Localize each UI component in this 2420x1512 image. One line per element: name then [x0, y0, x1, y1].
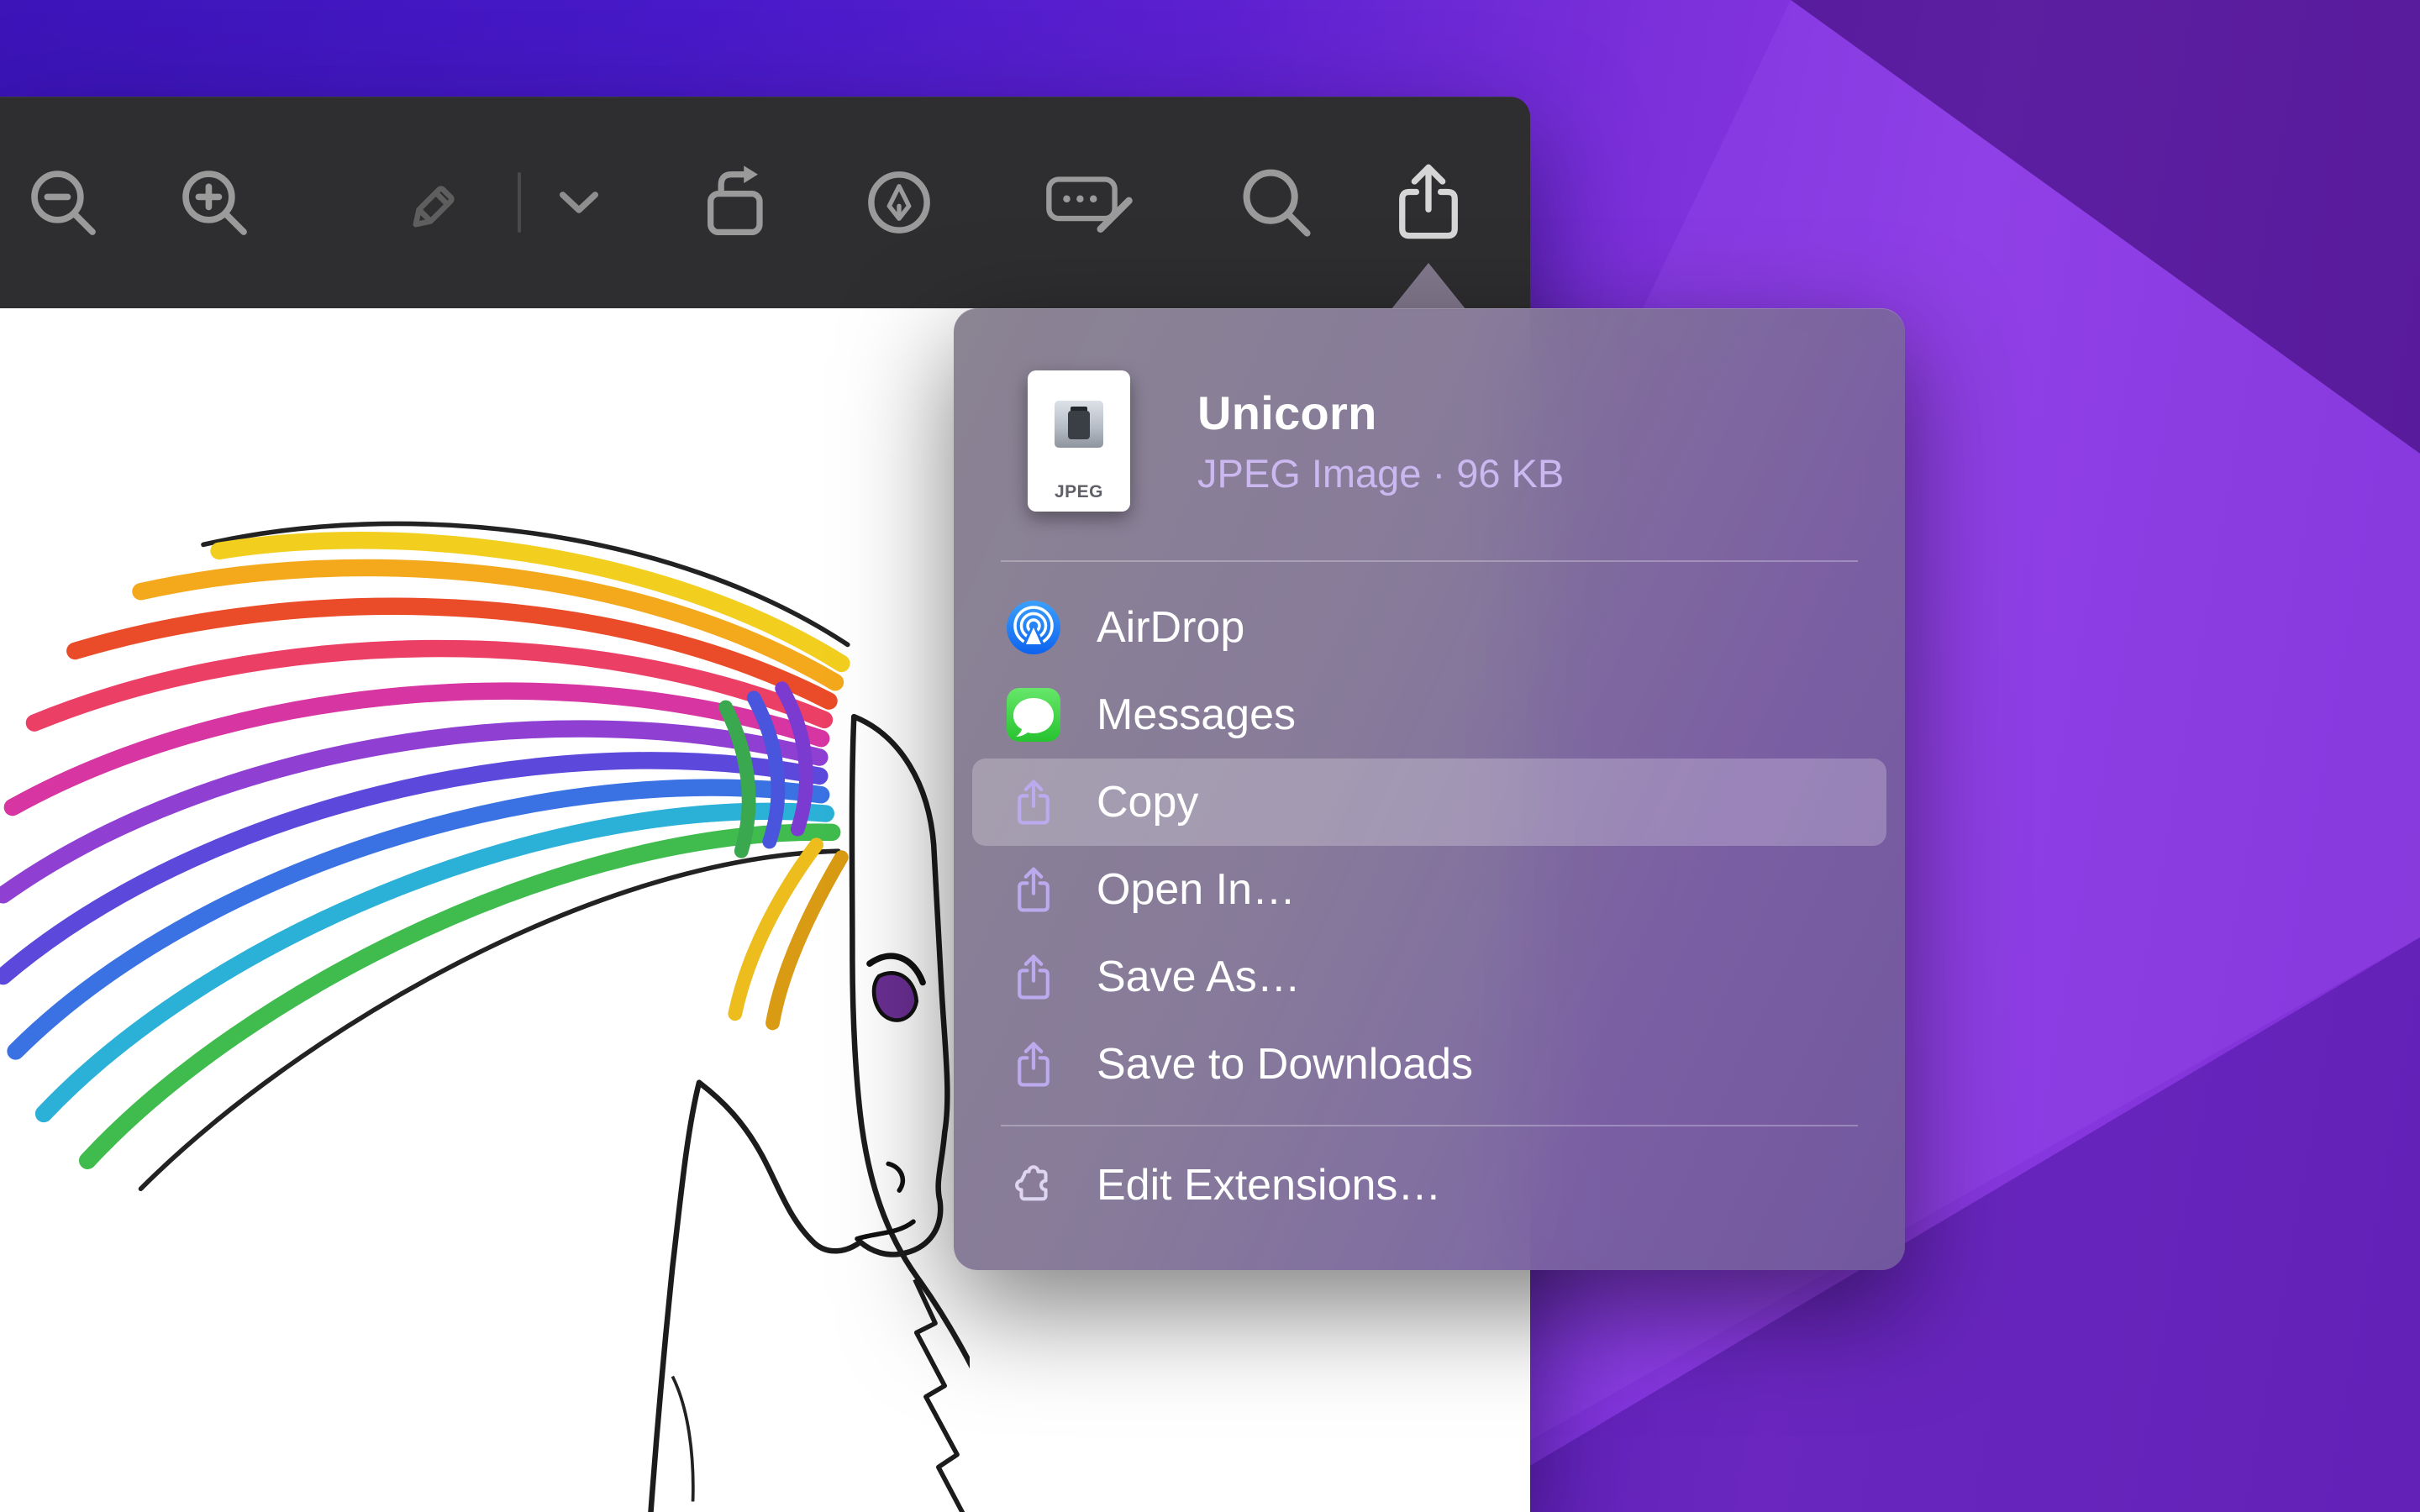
- share-item-save-to-downloads[interactable]: Save to Downloads: [972, 1021, 1886, 1108]
- file-meta: JPEG Image · 96 KB: [1197, 450, 1564, 496]
- share-item-label: AirDrop: [1097, 606, 1244, 649]
- share-popover: JPEG Unicorn JPEG Image · 96 KB: [954, 308, 1905, 1270]
- share-menu: AirDrop Messages: [954, 562, 1905, 1108]
- share-icon: [1393, 160, 1464, 244]
- share-item-open-in[interactable]: Open In…: [972, 846, 1886, 933]
- share-glyph-icon: [1004, 1040, 1063, 1089]
- edit-extensions-item[interactable]: Edit Extensions…: [972, 1142, 1886, 1229]
- search-icon: [1236, 162, 1317, 243]
- share-button[interactable]: [1393, 160, 1464, 244]
- unicorn-image: [0, 501, 970, 1512]
- zoom-out-button[interactable]: [24, 164, 102, 241]
- desktop: JPEG Unicorn JPEG Image · 96 KB: [0, 0, 2420, 1512]
- text-markup-button[interactable]: [1044, 165, 1136, 240]
- share-glyph-icon: [1004, 778, 1063, 827]
- file-type-badge: JPEG: [1028, 482, 1130, 502]
- text-markup-icon: [1044, 165, 1136, 240]
- share-item-label: Messages: [1097, 693, 1296, 737]
- file-thumbnail-photo: [1055, 401, 1103, 448]
- toolbar-separator: [518, 172, 521, 233]
- zoom-in-icon: [176, 164, 253, 241]
- edit-extensions-label: Edit Extensions…: [1097, 1163, 1441, 1207]
- window-toolbar: [0, 97, 1530, 309]
- share-item-save-as[interactable]: Save As…: [972, 933, 1886, 1021]
- extensions-icon: [1004, 1161, 1063, 1210]
- messages-icon: [1004, 688, 1063, 742]
- share-item-label: Save As…: [1097, 955, 1301, 999]
- markup-pencil-button[interactable]: [397, 162, 478, 243]
- tools-chevron-button[interactable]: [558, 190, 600, 215]
- share-glyph-icon: [1004, 865, 1063, 914]
- file-name: Unicorn: [1197, 386, 1564, 440]
- airdrop-icon: [1004, 601, 1063, 654]
- file-thumbnail-jpeg: JPEG: [1028, 370, 1130, 512]
- chevron-down-icon: [558, 190, 600, 215]
- zoom-out-icon: [24, 164, 102, 241]
- share-item-copy[interactable]: Copy: [972, 759, 1886, 846]
- share-item-messages[interactable]: Messages: [972, 671, 1886, 759]
- zoom-in-button[interactable]: [176, 164, 253, 241]
- file-header: JPEG Unicorn JPEG Image · 96 KB: [954, 308, 1905, 512]
- share-item-label: Save to Downloads: [1097, 1042, 1473, 1086]
- share-glyph-icon: [1004, 953, 1063, 1001]
- share-item-label: Open In…: [1097, 868, 1296, 911]
- rotate-button[interactable]: [697, 164, 781, 241]
- annotate-button[interactable]: [860, 163, 939, 242]
- markup-pencil-icon: [397, 162, 478, 243]
- rotate-icon: [697, 164, 781, 241]
- search-button[interactable]: [1236, 162, 1317, 243]
- annotate-pen-icon: [860, 163, 939, 242]
- share-item-airdrop[interactable]: AirDrop: [972, 584, 1886, 671]
- share-item-label: Copy: [1097, 780, 1198, 824]
